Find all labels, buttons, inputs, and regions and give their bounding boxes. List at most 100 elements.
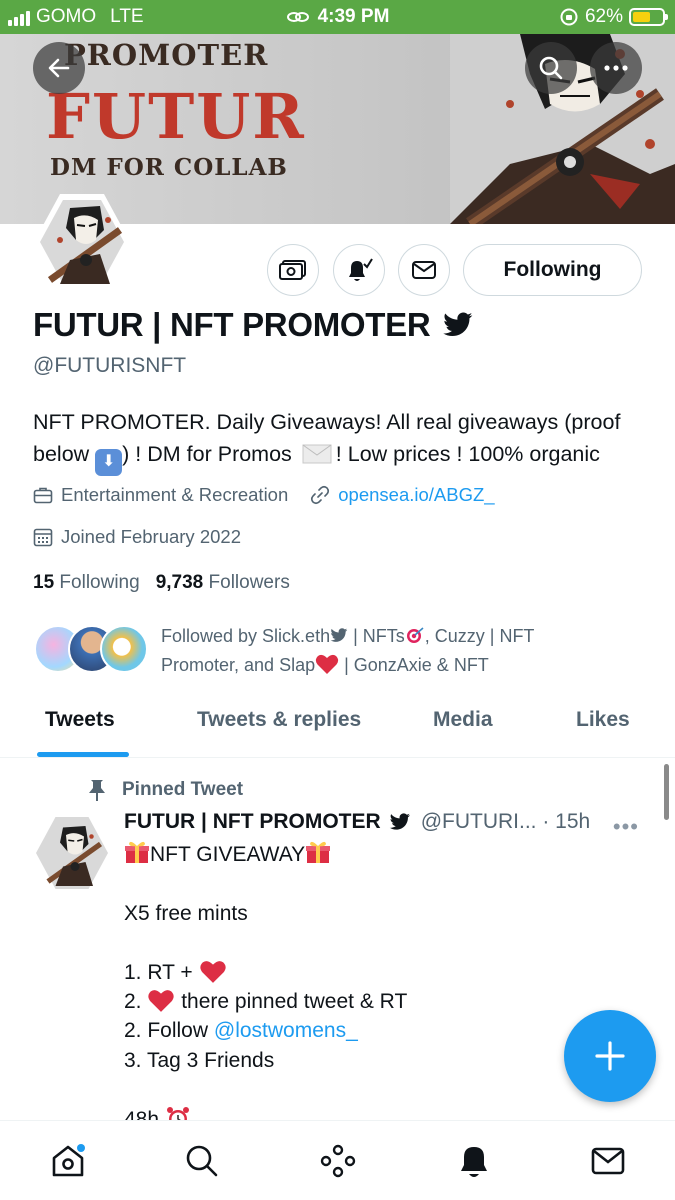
following-count-label: Following — [59, 572, 140, 593]
tip-button[interactable] — [267, 244, 319, 296]
mini-avatar-3 — [100, 625, 148, 673]
gift-emoji-icon — [125, 841, 149, 863]
active-tab-indicator — [37, 752, 129, 757]
pin-icon — [89, 780, 105, 801]
followed-by-avatars — [34, 625, 149, 675]
notifications-icon — [461, 1147, 487, 1177]
nav-home[interactable] — [46, 1139, 90, 1183]
followers-count: 9,738 — [155, 572, 204, 593]
clock: 4:39 PM — [317, 6, 390, 27]
more-options-button[interactable] — [590, 42, 642, 94]
banner-text-futur: FUTUR — [46, 80, 306, 153]
link-status-icon — [286, 12, 309, 22]
followed-by-line-2: Promoter, and Slap | GonzAxie & NFT — [161, 651, 631, 680]
tweet-line-title: NFT GIVEAWAY — [124, 840, 644, 869]
followers-count-link[interactable]: 9,738 Followers — [156, 572, 290, 594]
profile-meta-row-2: Joined February 2022 — [33, 526, 241, 548]
followed-by-text-2a: Promoter, and Slap — [161, 655, 316, 675]
profile-name-text: FUTUR | NFT PROMOTER — [33, 306, 431, 343]
search-button[interactable] — [525, 42, 577, 94]
tweet-author-avatar[interactable] — [33, 814, 111, 892]
nav-notifications[interactable] — [452, 1139, 496, 1183]
tweet-author-name[interactable]: FUTUR | NFT PROMOTER — [124, 810, 381, 834]
followed-by-text-2b: | GonzAxie & NFT — [339, 655, 489, 675]
profile-avatar[interactable] — [30, 190, 134, 294]
profile-category: Entertainment & Recreation — [61, 484, 289, 505]
tab-tweets[interactable]: Tweets — [45, 708, 115, 732]
bottom-navigation — [0, 1120, 675, 1200]
nav-messages[interactable] — [586, 1139, 630, 1183]
envelope-emoji-icon — [302, 444, 332, 464]
link-icon — [311, 485, 330, 505]
follow-counts: 15 Following 9,738 Followers — [33, 572, 290, 594]
mail-icon — [412, 261, 436, 279]
banner-text-promoter: PROMOTER — [64, 38, 269, 72]
tweet-line-rt: 1. RT + — [124, 958, 644, 987]
explore-icon — [186, 1145, 218, 1177]
profile-display-name: FUTUR | NFT PROMOTER — [33, 306, 474, 344]
twitter-bird-small-icon — [330, 628, 348, 642]
status-bar: GOMO LTE 4:39 PM 62% — [0, 0, 675, 34]
gift-emoji-icon — [306, 841, 331, 863]
profile-tabs: Tweets Tweets & replies Media Likes — [0, 700, 675, 758]
home-icon — [52, 1144, 85, 1177]
search-icon — [539, 56, 563, 80]
battery-fill — [633, 12, 651, 22]
bell-subscribed-icon — [349, 258, 373, 281]
tab-likes[interactable]: Likes — [576, 708, 630, 732]
nav-spaces[interactable] — [316, 1139, 360, 1183]
tweet-body: NFT GIVEAWAY X5 free mints 1. RT + 2. th… — [124, 840, 644, 1134]
heart-emoji-icon — [199, 960, 226, 983]
tweet-line-x5: X5 free mints — [124, 901, 248, 925]
tweet-line-follow-text: 2. Follow — [124, 1019, 214, 1043]
pinned-tweet-label: Pinned Tweet — [86, 778, 243, 802]
target-emoji-icon — [406, 627, 424, 643]
banner-text-dm: DM FOR COLLAB — [50, 154, 288, 181]
tab-tweets-replies[interactable]: Tweets & replies — [197, 708, 361, 732]
bio-part-3: ! Low prices ! 100% organic — [335, 442, 600, 466]
following-count: 15 — [33, 572, 55, 593]
tweet-more-button[interactable]: ••• — [613, 814, 639, 840]
tweet-title-text: NFT GIVEAWAY — [150, 843, 306, 866]
following-count-link[interactable]: 15 Following — [33, 572, 140, 594]
followers-count-label: Followers — [208, 572, 290, 593]
messages-icon — [591, 1147, 625, 1175]
tab-media[interactable]: Media — [433, 708, 493, 732]
back-button[interactable] — [33, 42, 85, 94]
briefcase-icon — [33, 487, 53, 504]
status-right: 62% — [559, 6, 668, 28]
compose-tweet-button[interactable] — [564, 1010, 656, 1102]
battery-percent: 62% — [584, 6, 623, 27]
profile-website-link[interactable]: opensea.io/ABGZ_ — [338, 484, 494, 506]
heart-emoji-icon — [315, 654, 339, 674]
tweet-line-rt-text: 1. RT + — [124, 960, 193, 984]
twitter-bird-tweet-icon — [389, 813, 410, 830]
followed-by-text-1a: Followed by Slick.eth — [161, 626, 331, 646]
scrollbar[interactable] — [664, 764, 669, 820]
twitter-bird-icon — [443, 312, 473, 337]
message-button[interactable] — [398, 244, 450, 296]
spaces-icon — [320, 1144, 356, 1178]
rotation-lock-icon — [560, 8, 578, 26]
following-button[interactable]: Following — [463, 244, 642, 296]
compose-plus-icon — [595, 1041, 625, 1071]
followed-by-text-1b: | NFTs — [348, 626, 405, 646]
tweet-line-pinned-a: 2. — [124, 989, 142, 1013]
tweet-mention-link[interactable]: @lostwomens_ — [214, 1019, 358, 1042]
followed-by-text-1c: , Cuzzy | NFT — [424, 626, 535, 646]
tweet-line-pinned-b: there pinned tweet & RT — [181, 989, 408, 1013]
profile-joined-date: Joined February 2022 — [61, 526, 241, 547]
tweet-avatar-image — [36, 817, 108, 889]
followed-by-section[interactable]: Followed by Slick.eth | NFTs , Cuzzy | NF… — [34, 622, 654, 682]
followed-by-text: Followed by Slick.eth | NFTs , Cuzzy | NF… — [161, 622, 631, 680]
notifications-subscribe-button[interactable] — [333, 244, 385, 296]
battery-icon — [629, 8, 668, 26]
tweet-header: FUTUR | NFT PROMOTER @FUTURI... · 15h — [124, 810, 644, 834]
followed-by-line-1: Followed by Slick.eth | NFTs , Cuzzy | NF… — [161, 622, 631, 651]
back-arrow-icon — [48, 58, 70, 78]
calendar-icon — [33, 528, 53, 547]
profile-handle: @FUTURISNFT — [33, 354, 187, 377]
heart-emoji-icon — [148, 990, 175, 1012]
avatar-image — [34, 194, 130, 290]
nav-explore[interactable] — [180, 1139, 224, 1183]
